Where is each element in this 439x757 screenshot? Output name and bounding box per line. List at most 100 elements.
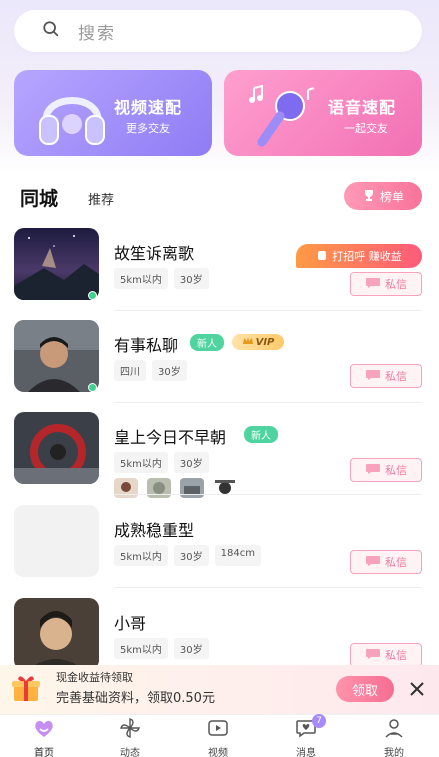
new-user-badge: 新人	[190, 334, 224, 351]
close-icon[interactable]	[408, 680, 426, 698]
divider	[114, 587, 422, 588]
chat-icon	[365, 277, 381, 292]
voice-match-subtitle: 一起交友	[344, 122, 388, 135]
user-tags: 5km以内 30岁	[114, 638, 209, 659]
list-item[interactable]: 有事私聊 新人 VIP 四川 30岁 私信	[0, 320, 439, 410]
reward-description: 完善基础资料，领取0.50元	[56, 691, 215, 706]
user-name: 皇上今日不早朝	[114, 428, 227, 447]
vip-label: VIP	[255, 336, 275, 348]
list-item[interactable]: 皇上今日不早朝 新人 5km以内 30岁 私信	[0, 412, 439, 502]
pinwheel-icon	[118, 717, 142, 743]
tab-feed-label: 动态	[120, 748, 140, 757]
photo-thumbnail[interactable]	[147, 478, 171, 498]
message-button[interactable]: 私信	[350, 550, 422, 574]
tag-age: 30岁	[173, 638, 209, 659]
reward-title: 现金收益待领取	[56, 671, 133, 684]
claim-button[interactable]: 领取	[336, 676, 394, 702]
user-tags: 5km以内 30岁	[114, 452, 209, 473]
microphone-icon	[244, 80, 320, 150]
photo-thumbnails	[114, 478, 237, 498]
promo-bubble-label: 打招呼 赚收益	[332, 250, 402, 263]
photo-thumbnail[interactable]	[180, 478, 204, 498]
list-item[interactable]: 故笙诉离歌 5km以内 30岁 私信	[0, 228, 439, 318]
tag-age: 30岁	[152, 360, 187, 381]
tab-profile-label: 我的	[384, 748, 404, 757]
tab-video-label: 视频	[208, 748, 228, 757]
tab-home[interactable]: 首页	[14, 717, 74, 757]
user-tags: 四川 30岁	[114, 360, 187, 381]
video-match-card[interactable]: 视频速配 更多交友	[14, 70, 212, 156]
section-title[interactable]: 同城	[20, 184, 58, 211]
tab-messages[interactable]: 7 消息	[276, 714, 336, 757]
voice-match-title: 语音速配	[328, 98, 397, 117]
chat-icon	[365, 463, 381, 478]
user-tags: 5km以内 30岁 184cm	[114, 545, 261, 566]
divider	[114, 310, 422, 311]
tag-location: 四川	[114, 360, 146, 381]
tag-distance: 5km以内	[114, 268, 168, 289]
tag-distance: 5km以内	[114, 545, 168, 566]
vip-badge: VIP	[232, 334, 284, 350]
user-tags: 5km以内 30岁	[114, 268, 209, 289]
tab-recommend[interactable]: 推荐	[88, 189, 114, 208]
user-name: 成熟稳重型	[114, 521, 195, 540]
search-bar[interactable]: 搜索	[14, 10, 422, 52]
rank-button[interactable]: 榜单	[344, 182, 422, 210]
avatar-placeholder[interactable]	[14, 505, 99, 577]
profile-icon	[382, 717, 406, 743]
search-icon	[42, 20, 60, 42]
video-match-title: 视频速配	[114, 98, 183, 117]
message-label: 私信	[385, 370, 407, 383]
video-match-subtitle: 更多交友	[126, 122, 170, 135]
tag-distance: 5km以内	[114, 638, 168, 659]
online-indicator	[88, 291, 97, 300]
message-button[interactable]: 私信	[350, 643, 422, 667]
crown-icon	[242, 336, 254, 349]
tab-messages-label: 消息	[296, 748, 316, 757]
divider	[114, 494, 422, 495]
message-label: 私信	[385, 278, 407, 291]
photo-thumbnail[interactable]	[213, 478, 237, 498]
tag-distance: 5km以内	[114, 452, 168, 473]
message-label: 私信	[385, 556, 407, 569]
photo-thumbnail[interactable]	[114, 478, 138, 498]
tag-age: 30岁	[173, 268, 209, 289]
user-name: 小哥	[114, 614, 147, 633]
message-label: 私信	[385, 649, 407, 662]
voice-match-card[interactable]: 语音速配 一起交友	[224, 70, 422, 156]
avatar[interactable]	[14, 228, 99, 300]
tag-age: 30岁	[173, 452, 209, 473]
avatar[interactable]	[14, 598, 99, 670]
video-icon	[206, 717, 230, 743]
tag-height: 184cm	[214, 545, 261, 566]
greeting-promo-bubble[interactable]: 打招呼 赚收益	[296, 244, 422, 268]
avatar[interactable]	[14, 320, 99, 392]
reward-banner[interactable]: 现金收益待领取 完善基础资料，领取0.50元 领取	[0, 665, 439, 714]
message-button[interactable]: 私信	[350, 458, 422, 482]
avatar[interactable]	[14, 412, 99, 484]
tab-feed[interactable]: 动态	[100, 717, 160, 757]
message-button[interactable]: 私信	[350, 364, 422, 388]
online-indicator	[88, 383, 97, 392]
new-user-badge: 新人	[244, 426, 278, 443]
tag-age: 30岁	[173, 545, 209, 566]
message-label: 私信	[385, 464, 407, 477]
home-icon	[32, 717, 56, 743]
tab-home-label: 首页	[34, 748, 54, 757]
unread-badge: 7	[312, 714, 326, 728]
user-name: 故笙诉离歌	[114, 244, 195, 263]
user-name: 有事私聊	[114, 336, 179, 355]
message-button[interactable]: 私信	[350, 272, 422, 296]
gift-icon	[10, 673, 42, 705]
chat-icon	[365, 369, 381, 384]
chat-icon	[365, 648, 381, 663]
tab-video[interactable]: 视频	[188, 717, 248, 757]
search-placeholder: 搜索	[78, 23, 116, 44]
list-item[interactable]: 成熟稳重型 5km以内 30岁 184cm 私信	[0, 505, 439, 595]
divider	[114, 402, 422, 403]
trophy-icon	[362, 188, 376, 205]
tab-profile[interactable]: 我的	[364, 717, 424, 757]
headphones-icon	[34, 80, 110, 150]
rank-label: 榜单	[379, 189, 404, 204]
bottom-tab-bar: 首页 动态 视频 7 消息 我的	[0, 714, 439, 757]
